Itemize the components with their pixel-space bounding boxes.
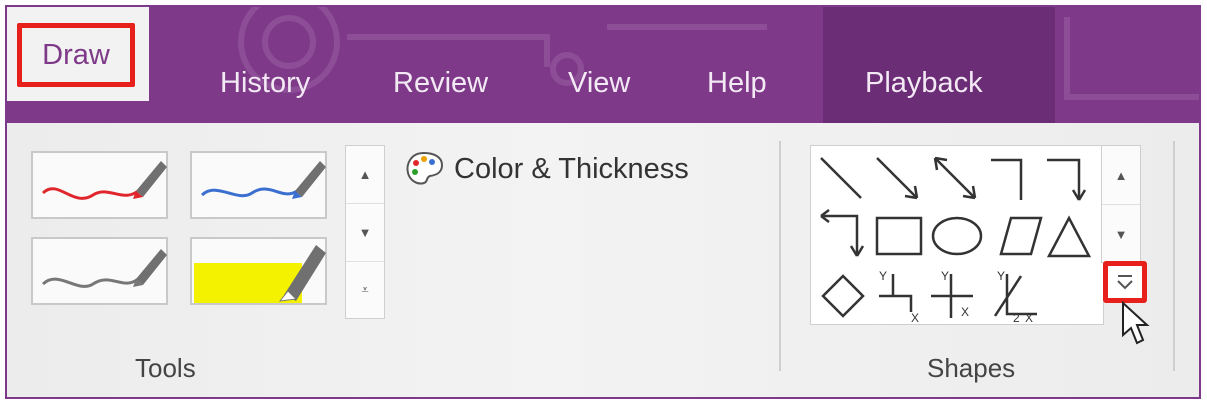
- tab-bar: Draw History Review View Help Playback: [7, 7, 1199, 123]
- gray-pen-icon: [41, 249, 167, 288]
- elbow-arrow-icon: [1047, 158, 1087, 201]
- gallery-more-icon[interactable]: ⩡: [346, 262, 384, 319]
- svg-text:Y: Y: [879, 269, 887, 283]
- elbow-connector-icon: [991, 158, 1023, 200]
- gallery-more-icon: [1117, 275, 1133, 290]
- tab-draw-label: Draw: [42, 39, 110, 71]
- svg-text:Y: Y: [941, 269, 949, 283]
- tab-playback[interactable]: Playback: [865, 59, 983, 107]
- svg-text:Y: Y: [997, 269, 1005, 283]
- red-pen[interactable]: [31, 151, 168, 219]
- group-divider: [1173, 141, 1175, 371]
- tab-view[interactable]: View: [568, 59, 630, 107]
- arrow-shape-icon: [876, 157, 919, 200]
- group-divider: [779, 141, 781, 371]
- shapes-more-button[interactable]: [1103, 261, 1147, 303]
- svg-text:2: 2: [1013, 311, 1020, 324]
- double-arrow-shape-icon: [933, 156, 977, 200]
- tab-history[interactable]: History: [220, 59, 310, 107]
- rectangle-shape-icon: [875, 216, 923, 256]
- elbow-double-arrow-icon: [820, 209, 865, 257]
- mouse-cursor-icon: [1122, 301, 1150, 345]
- svg-text:X: X: [961, 305, 969, 319]
- scroll-up-icon[interactable]: ▲: [346, 146, 384, 204]
- shapes-gallery: YX YX Y2X: [810, 145, 1104, 325]
- ribbon-panel: ▲ ▼ ⩡ Color & Thickness Tools Y X Y X Y …: [7, 123, 1199, 397]
- shapes-scroll-down-icon[interactable]: ▼: [1102, 205, 1140, 263]
- tab-help[interactable]: Help: [707, 59, 767, 107]
- parallelogram-shape-icon: [999, 216, 1043, 256]
- svg-text:X: X: [1025, 311, 1033, 324]
- red-pen-icon: [41, 161, 167, 200]
- line-shape-icon: [820, 157, 862, 199]
- tools-group-label: Tools: [135, 353, 196, 383]
- blue-pen[interactable]: [190, 151, 327, 219]
- shapes-scroll-up-icon[interactable]: ▲: [1102, 146, 1140, 205]
- yellow-highlighter[interactable]: [190, 237, 327, 305]
- shapes-group-label: Shapes: [927, 353, 1016, 383]
- diamond-shape-icon: [821, 274, 865, 318]
- ellipse-shape-icon: [931, 216, 983, 256]
- svg-text:X: X: [911, 311, 919, 324]
- color-thickness-button[interactable]: Color & Thickness: [402, 147, 689, 191]
- scroll-down-icon[interactable]: ▼: [346, 204, 384, 262]
- color-thickness-label: Color & Thickness: [454, 152, 689, 185]
- tab-review[interactable]: Review: [393, 59, 488, 107]
- gray-pen[interactable]: [31, 237, 168, 305]
- palette-icon: [406, 151, 444, 185]
- highlighter-icon: [194, 245, 326, 303]
- blue-pen-icon: [200, 161, 326, 199]
- onenote-ribbon-window: Draw History Review View Help Playback ▲…: [5, 5, 1201, 399]
- triangle-shape-icon: [1046, 215, 1092, 258]
- shapes-gallery-scroll[interactable]: ▲ ▼: [1101, 145, 1141, 263]
- shapes-grid: YX YX Y2 X: [820, 156, 1092, 325]
- pens-gallery-scroll[interactable]: ▲ ▼ ⩡: [345, 145, 385, 319]
